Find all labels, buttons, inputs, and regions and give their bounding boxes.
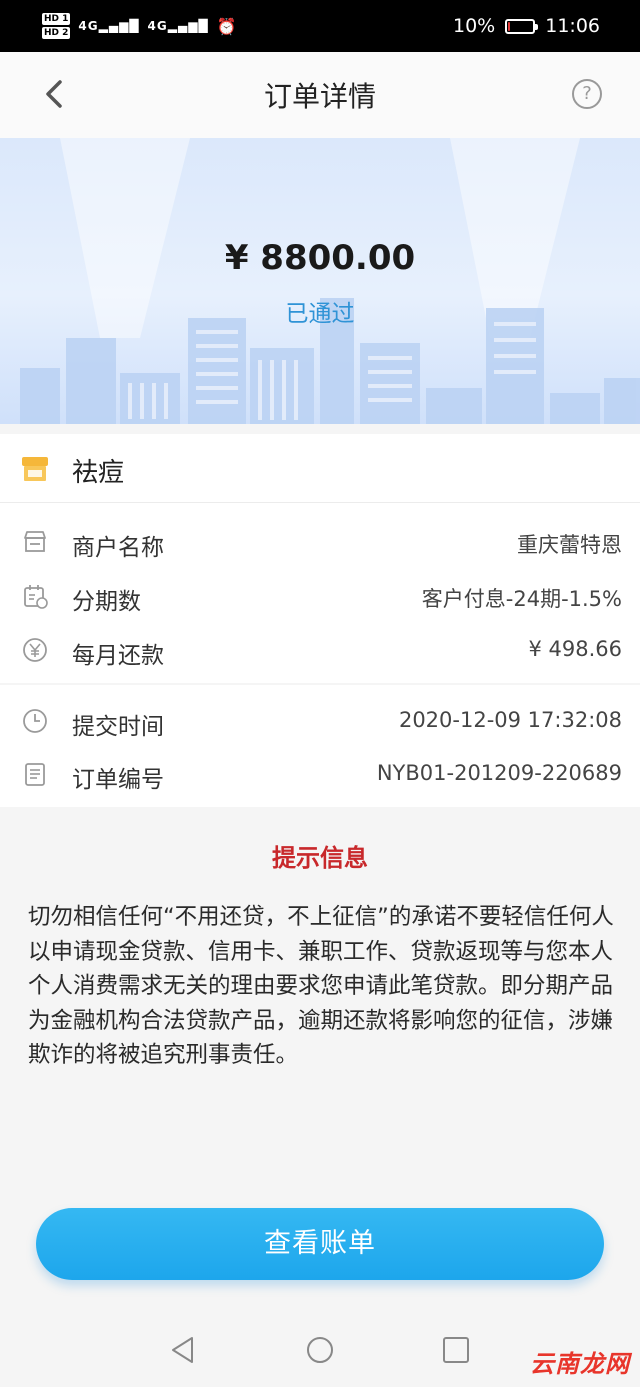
detail-value: 2020-12-09 17:32:08 [398,708,622,732]
notice-title: 提示信息 [272,844,368,872]
view-bill-button[interactable]: 查看账单 [36,1208,604,1280]
store-icon [24,531,46,552]
product-row: 祛痘 [0,434,640,503]
nav-back-icon[interactable] [168,1335,198,1365]
document-icon [25,763,45,786]
page-title: 订单详情 [263,80,376,113]
help-button[interactable]: ? [572,79,602,109]
detail-row-monthly-payment: 每月还款 ¥ 498.66 [0,624,640,678]
order-amount: ¥ 8800.00 [224,238,416,278]
status-bar-right: 10% 11:06 [453,15,600,37]
detail-label: 订单编号 [72,767,164,793]
signal-2-icon: 4G▂▄▆█ [147,19,209,33]
order-status: 已通过 [285,301,355,327]
detail-label: 商户名称 [72,535,164,561]
back-button[interactable] [36,74,76,114]
yen-circle-icon [23,638,47,662]
hd1-label: HD 1 [42,13,71,25]
nav-recents-icon[interactable] [441,1335,471,1365]
status-bar: HD 1 HD 2 4G▂▄▆█ 4G▂▄▆█ ⏰ 10% 11:06 [0,0,640,52]
battery-icon [505,18,539,34]
product-name: 祛痘 [72,458,125,488]
detail-row-merchant: 商户名称 重庆蕾特恩 [0,516,640,570]
detail-label: 每月还款 [72,643,164,669]
detail-value: NYB01-201209-220689 [376,761,622,785]
order-hero-banner: ¥ 8800.00 已通过 [0,138,640,424]
hd2-label: HD 2 [42,27,71,39]
calendar-icon [24,585,48,609]
nav-bar: 订单详情 ? [0,52,640,138]
detail-row-order-number: 订单编号 NYB01-201209-220689 [0,748,640,802]
battery-percent: 10% [453,15,496,37]
battery-level [508,21,511,31]
clock-icon [23,709,47,733]
clock-time: 11:06 [545,15,600,37]
order-meta-card: 提交时间 2020-12-09 17:32:08 订单编号 NYB01-2012… [0,685,640,807]
hd-indicator: HD 1 HD 2 [42,12,71,40]
detail-value: 客户付息-24期-1.5% [421,587,622,611]
notice-text: 切勿相信任何“不用还贷，不上征信”的承诺不要轻信任何人以申请现金贷款、信用卡、兼… [28,904,614,1068]
detail-row-installments: 分期数 客户付息-24期-1.5% [0,570,640,624]
question-icon: ? [582,83,592,104]
status-bar-left: HD 1 HD 2 4G▂▄▆█ 4G▂▄▆█ ⏰ [42,12,237,40]
detail-label: 分期数 [72,589,141,615]
nav-home-icon[interactable] [305,1335,335,1365]
shop-icon [22,457,48,481]
signal-1-icon: 4G▂▄▆█ [78,19,140,33]
city-skyline-illustration [20,138,640,424]
watermark-logo: 云南龙网 [530,1350,630,1378]
chevron-left-icon [46,80,62,108]
alarm-icon: ⏰ [216,16,237,36]
detail-label: 提交时间 [72,714,164,740]
order-details-card: 商户名称 重庆蕾特恩 分期数 客户付息-24期-1.5% 每月还款 ¥ 498.… [0,503,640,683]
detail-value: 重庆蕾特恩 [517,533,622,557]
detail-value: ¥ 498.66 [528,637,622,661]
detail-row-submit-time: 提交时间 2020-12-09 17:32:08 [0,695,640,749]
